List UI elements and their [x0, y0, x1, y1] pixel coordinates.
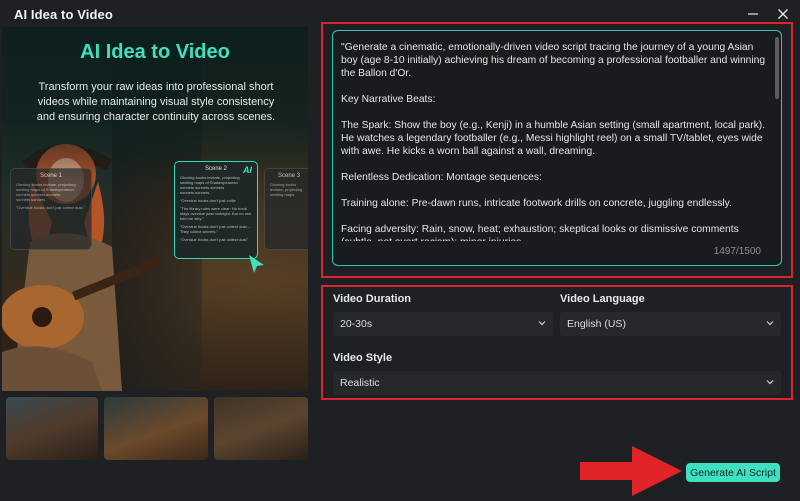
generate-ai-script-button[interactable]: Generate AI Script: [686, 463, 780, 482]
script-textarea[interactable]: "Generate a cinematic, emotionally-drive…: [332, 30, 782, 266]
script-paragraph: The Spark: Show the boy (e.g., Kenji) in…: [341, 120, 766, 157]
scene-card-text: "Overdue books don't just collect dust..…: [180, 224, 250, 234]
hero-illustration: AI Idea to Video Transform your raw idea…: [2, 27, 308, 391]
chevron-down-icon: [538, 321, 546, 326]
video-style-label: Video Style: [333, 352, 393, 364]
scene-card-text: "Overdue books don't just collect dust": [180, 237, 249, 242]
window-title: AI Idea to Video: [14, 7, 113, 22]
scene-card-title: Scene 1: [39, 173, 63, 179]
minimize-icon: [748, 13, 758, 15]
video-duration-label: Video Duration: [333, 293, 412, 305]
scene-card-title: Scene 3: [277, 173, 301, 179]
script-paragraph: Training alone: Pre-dawn runs, intricate…: [341, 198, 732, 209]
scene-card-text: "Overdue books don't just collie: [180, 198, 236, 203]
video-language-label: Video Language: [560, 293, 645, 305]
scene-card-2: Scene 2 AI Glowing books levitate, proje…: [174, 161, 258, 259]
chevron-down-icon: [766, 321, 774, 326]
thumbnail-1: [6, 397, 98, 460]
script-paragraph: "Generate a cinematic, emotionally-drive…: [341, 42, 766, 79]
chevron-down-icon: [766, 380, 774, 385]
script-paragraph: Key Narrative Beats:: [341, 94, 436, 105]
thumbnail-3: [214, 397, 308, 460]
video-duration-value: 20-30s: [340, 318, 373, 330]
video-language-select[interactable]: English (US): [560, 312, 781, 336]
scene-card-text: Glowing books levitate, projecting swirl…: [16, 182, 76, 202]
scene-card-text: "Overdue books don't just collect dust.": [16, 205, 86, 210]
hero-subtitle: Transform your raw ideas into profession…: [36, 81, 276, 123]
scene-card-3: Scene 3 Glowing books levitate, projecti…: [264, 168, 308, 250]
scene-card-text: Glowing books levitate, projecting swirl…: [180, 175, 240, 195]
close-icon: [778, 9, 788, 19]
script-scrollbar[interactable]: [775, 37, 779, 242]
hero-heading: AI Idea to Video: [80, 41, 230, 63]
script-paragraph: Relentless Dedication: Montage sequences…: [341, 172, 542, 183]
scene-card-text: "The library rules were clear: No book s…: [180, 206, 252, 221]
cursor-pointer-icon: [249, 255, 264, 273]
scene-card-text: Glowing books levitate, projecting swirl…: [270, 182, 303, 197]
script-paragraph: Facing adversity: Rain, snow, heat; exha…: [341, 224, 739, 241]
preview-thumbnails: [2, 397, 308, 460]
video-style-select[interactable]: Realistic: [333, 371, 781, 395]
ai-idea-to-video-window: AI Idea to Video AI Idea to Video Transf…: [0, 0, 800, 501]
red-arrow-annotation: [580, 446, 682, 496]
script-scrollbar-thumb[interactable]: [775, 37, 779, 99]
close-button[interactable]: [772, 4, 794, 24]
video-duration-select[interactable]: 20-30s: [333, 312, 553, 336]
script-text[interactable]: "Generate a cinematic, emotionally-drive…: [341, 41, 769, 241]
scene-card-1: Scene 1 Glowing books levitate, projecti…: [10, 168, 92, 250]
thumbnail-2: [104, 397, 208, 460]
minimize-button[interactable]: [742, 4, 764, 24]
character-count: 1497/1500: [713, 246, 761, 257]
video-language-value: English (US): [567, 318, 626, 330]
video-style-value: Realistic: [340, 377, 380, 389]
ai-badge: AI: [243, 165, 252, 175]
